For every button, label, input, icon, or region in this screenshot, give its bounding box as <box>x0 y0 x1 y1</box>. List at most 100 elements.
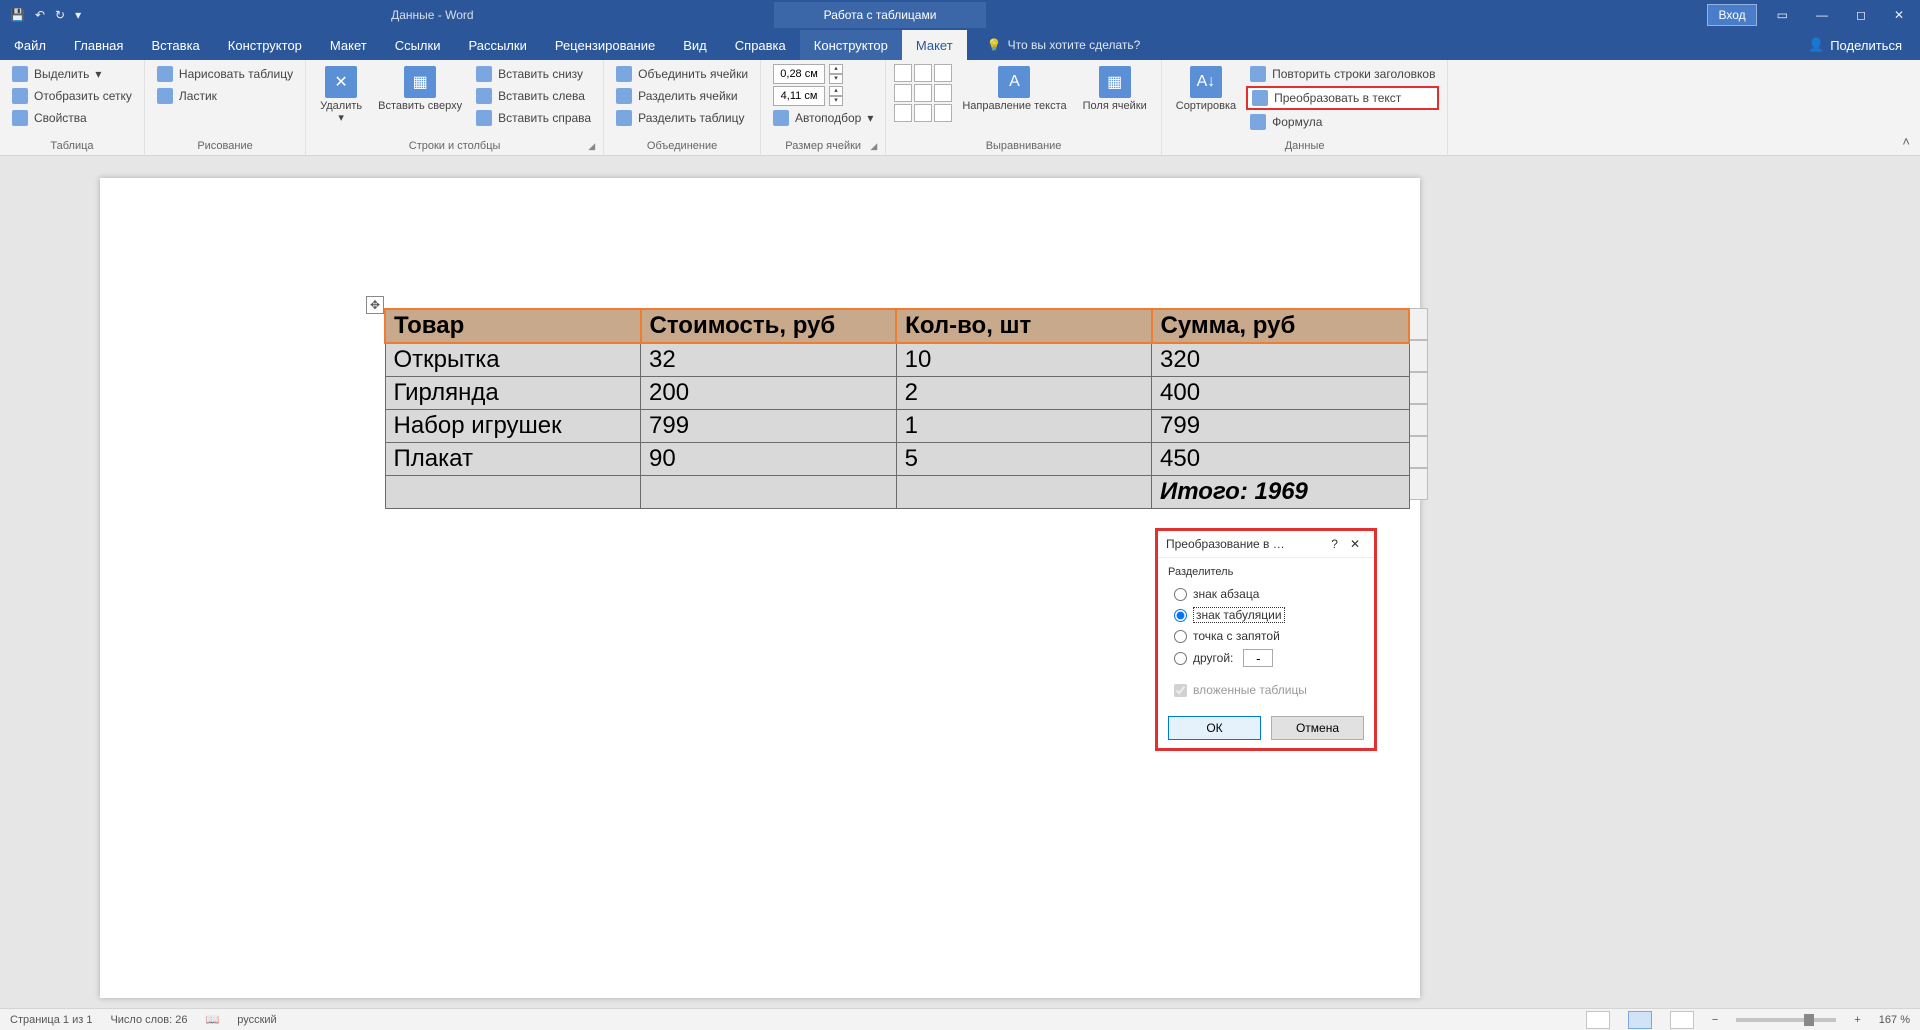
draw-table-button[interactable]: Нарисовать таблицу <box>153 64 297 84</box>
share-button[interactable]: 👤Поделиться <box>1790 30 1920 60</box>
gridlines-button[interactable]: Отобразить сетку <box>8 86 136 106</box>
insert-right-button[interactable]: Вставить справа <box>472 108 595 128</box>
align-br[interactable] <box>934 104 952 122</box>
spin-down-icon[interactable]: ▾ <box>829 96 843 106</box>
split-cells-button[interactable]: Разделить ячейки <box>612 86 752 106</box>
insert-left-button[interactable]: Вставить слева <box>472 86 595 106</box>
document-area: ✥ Товар Стоимость, руб Кол-во, шт Сумма,… <box>0 156 1920 1008</box>
spellcheck-icon[interactable]: 📖 <box>206 1013 220 1026</box>
minimize-icon[interactable]: — <box>1808 4 1836 26</box>
ok-button[interactable]: ОК <box>1168 716 1261 740</box>
total-cell[interactable]: Итого: 1969 <box>1152 476 1409 509</box>
tab-table-layout[interactable]: Макет <box>902 30 967 60</box>
other-separator-input[interactable] <box>1243 649 1273 667</box>
align-tc[interactable] <box>914 64 932 82</box>
repeat-header-button[interactable]: Повторить строки заголовков <box>1246 64 1439 84</box>
row-height-input[interactable] <box>773 64 825 84</box>
dialog-launcher-icon[interactable]: ◢ <box>870 141 877 152</box>
text-direction-button[interactable]: AНаправление текста <box>956 64 1072 114</box>
ribbon-options-icon[interactable]: ▭ <box>1769 4 1796 26</box>
tab-help[interactable]: Справка <box>721 30 800 60</box>
dialog-launcher-icon[interactable]: ◢ <box>588 141 595 152</box>
sort-button[interactable]: A↓Сортировка <box>1170 64 1242 114</box>
autofit-icon <box>773 110 789 126</box>
insert-above-button[interactable]: ▦Вставить сверху <box>372 64 468 114</box>
maximize-icon[interactable]: ◻ <box>1848 4 1874 26</box>
col-width-spinner[interactable]: ▴▾ <box>769 86 877 106</box>
tab-design[interactable]: Конструктор <box>214 30 316 60</box>
spin-down-icon[interactable]: ▾ <box>829 74 843 84</box>
zoom-thumb[interactable] <box>1804 1014 1814 1026</box>
group-merge: Объединить ячейки Разделить ячейки Разде… <box>604 60 761 155</box>
select-button[interactable]: Выделить▾ <box>8 64 136 84</box>
tab-references[interactable]: Ссылки <box>381 30 455 60</box>
cancel-button[interactable]: Отмена <box>1271 716 1364 740</box>
zoom-slider[interactable] <box>1736 1018 1836 1022</box>
zoom-out-icon[interactable]: − <box>1712 1014 1718 1026</box>
page-indicator[interactable]: Страница 1 из 1 <box>10 1014 92 1026</box>
redo-icon[interactable]: ↻ <box>55 8 65 22</box>
tab-file[interactable]: Файл <box>0 30 60 60</box>
tab-mailings[interactable]: Рассылки <box>454 30 540 60</box>
radio-tab[interactable]: знак табуляции <box>1168 604 1364 626</box>
align-mc[interactable] <box>914 84 932 102</box>
chevron-down-icon: ▾ <box>95 67 101 81</box>
page[interactable]: ✥ Товар Стоимость, руб Кол-во, шт Сумма,… <box>100 178 1420 998</box>
align-ml[interactable] <box>894 84 912 102</box>
tell-me[interactable]: 💡Что вы хотите сделать? <box>987 30 1141 60</box>
help-icon[interactable]: ? <box>1325 537 1344 551</box>
align-tl[interactable] <box>894 64 912 82</box>
collapse-ribbon-icon[interactable]: ˄ <box>1902 134 1910 149</box>
align-tr[interactable] <box>934 64 952 82</box>
document-table[interactable]: Товар Стоимость, руб Кол-во, шт Сумма, р… <box>384 308 1410 509</box>
radio-semicolon[interactable]: точка с запятой <box>1168 626 1364 646</box>
table-header[interactable]: Кол-во, шт <box>896 309 1151 343</box>
convert-to-text-button[interactable]: Преобразовать в текст <box>1246 86 1439 110</box>
col-width-input[interactable] <box>773 86 825 106</box>
autofit-button[interactable]: Автоподбор▾ <box>769 108 877 128</box>
align-bl[interactable] <box>894 104 912 122</box>
split-icon <box>616 88 632 104</box>
login-button[interactable]: Вход <box>1707 4 1756 26</box>
language-indicator[interactable]: русский <box>237 1014 276 1026</box>
tab-insert[interactable]: Вставка <box>137 30 213 60</box>
eraser-button[interactable]: Ластик <box>153 86 297 106</box>
close-icon[interactable]: ✕ <box>1886 4 1912 26</box>
split-table-button[interactable]: Разделить таблицу <box>612 108 752 128</box>
tab-home[interactable]: Главная <box>60 30 137 60</box>
align-mr[interactable] <box>934 84 952 102</box>
close-icon[interactable]: ✕ <box>1344 537 1366 551</box>
insert-below-button[interactable]: Вставить снизу <box>472 64 595 84</box>
tab-view[interactable]: Вид <box>669 30 721 60</box>
table-header[interactable]: Товар <box>385 309 641 343</box>
document-title: Данные - Word <box>391 8 473 22</box>
merge-cells-button[interactable]: Объединить ячейки <box>612 64 752 84</box>
read-mode-button[interactable] <box>1586 1011 1610 1029</box>
radio-other[interactable]: другой: <box>1168 646 1364 670</box>
spin-up-icon[interactable]: ▴ <box>829 64 843 74</box>
tab-review[interactable]: Рецензирование <box>541 30 669 60</box>
save-icon[interactable]: 💾 <box>10 8 25 22</box>
word-count[interactable]: Число слов: 26 <box>110 1014 187 1026</box>
web-layout-button[interactable] <box>1670 1011 1694 1029</box>
table-header[interactable]: Стоимость, руб <box>641 309 897 343</box>
delete-button[interactable]: ✕Удалить▾ <box>314 64 368 126</box>
table-header[interactable]: Сумма, руб <box>1152 309 1409 343</box>
formula-button[interactable]: Формула <box>1246 112 1439 132</box>
row-height-spinner[interactable]: ▴▾ <box>769 64 877 84</box>
cell-margins-button[interactable]: ▦Поля ячейки <box>1077 64 1153 114</box>
group-label: Рисование <box>153 137 297 155</box>
qat-dropdown-icon[interactable]: ▾ <box>75 8 81 22</box>
align-bc[interactable] <box>914 104 932 122</box>
radio-paragraph[interactable]: знак абзаца <box>1168 584 1364 604</box>
spin-up-icon[interactable]: ▴ <box>829 86 843 96</box>
properties-button[interactable]: Свойства <box>8 108 136 128</box>
zoom-in-icon[interactable]: + <box>1854 1014 1860 1026</box>
tab-layout[interactable]: Макет <box>316 30 381 60</box>
tab-table-design[interactable]: Конструктор <box>800 30 902 60</box>
table-move-handle-icon[interactable]: ✥ <box>366 296 384 314</box>
group-label: Объединение <box>612 137 752 155</box>
undo-icon[interactable]: ↶ <box>35 8 45 22</box>
zoom-level[interactable]: 167 % <box>1879 1014 1910 1026</box>
print-layout-button[interactable] <box>1628 1011 1652 1029</box>
